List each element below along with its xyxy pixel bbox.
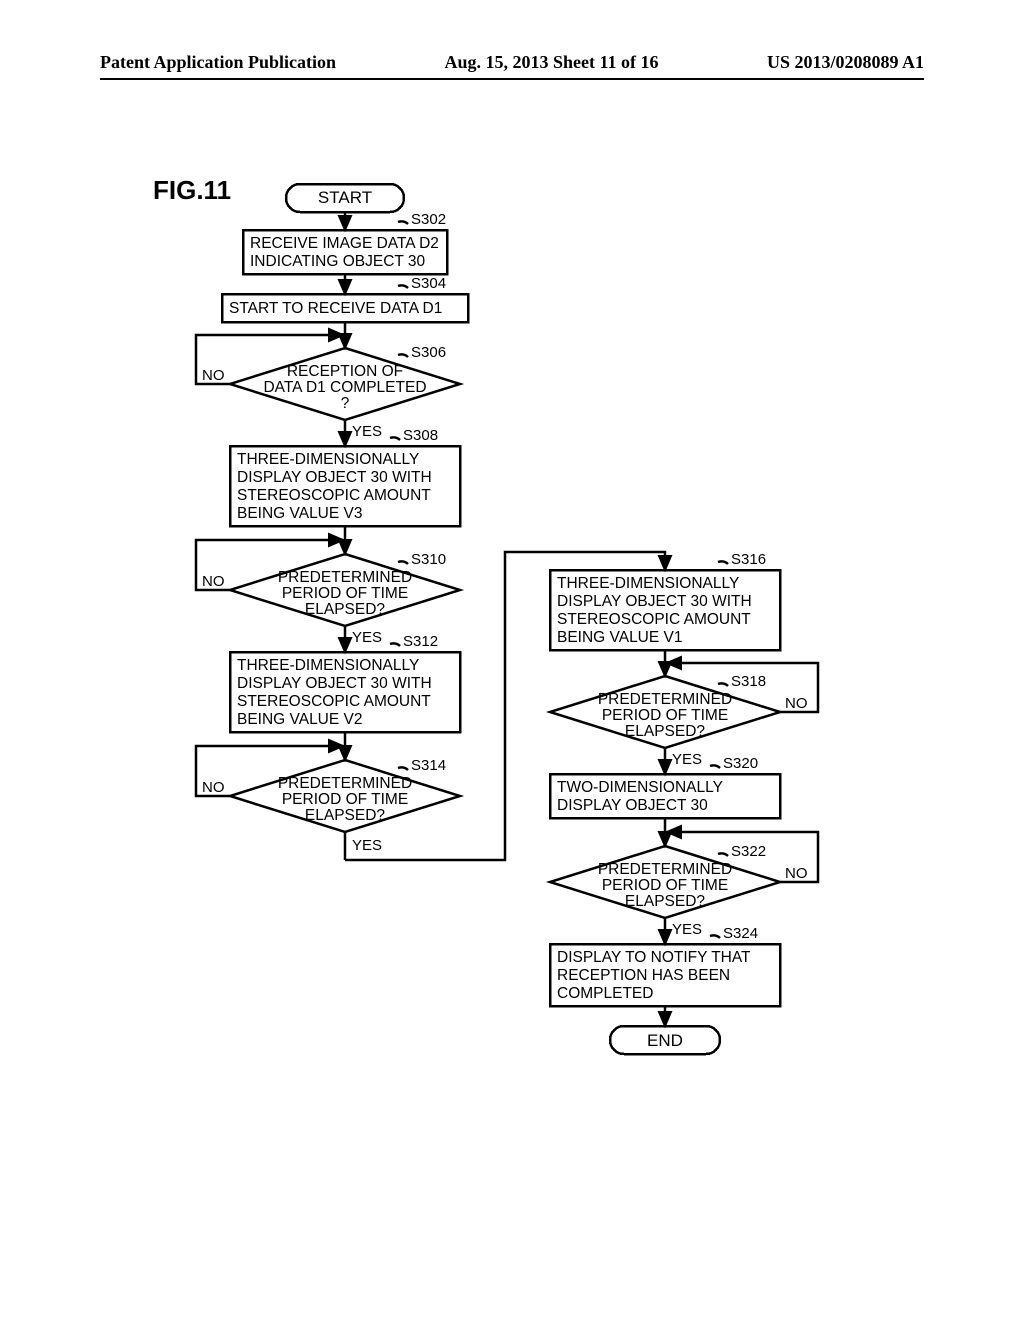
s318-l1: PREDETERMINED — [598, 691, 732, 708]
s310-l3: ELAPSED? — [305, 601, 386, 618]
flowchart: START RECEIVE IMAGE DATA D2 INDICATING O… — [130, 170, 890, 1260]
s304-ref: S304 — [411, 275, 446, 292]
s316-l3: STEREOSCOPIC AMOUNT — [557, 611, 751, 628]
leader — [398, 221, 408, 224]
s324-ref: S324 — [723, 925, 758, 942]
header-left: Patent Application Publication — [100, 52, 336, 73]
s308-l3: STEREOSCOPIC AMOUNT — [237, 487, 431, 504]
s302-ref: S302 — [411, 211, 446, 228]
s312-l4: BEING VALUE V2 — [237, 711, 362, 728]
s318-l3: ELAPSED? — [625, 723, 706, 740]
s322-l1: PREDETERMINED — [598, 861, 732, 878]
s310-l1: PREDETERMINED — [278, 569, 412, 586]
s314-l3: ELAPSED? — [305, 807, 386, 824]
s322-l3: ELAPSED? — [625, 893, 706, 910]
s306-l3: ? — [341, 395, 350, 412]
branch-no: NO — [202, 779, 225, 796]
s324-l1: DISPLAY TO NOTIFY THAT — [557, 949, 751, 966]
leader — [390, 437, 400, 440]
header-rule — [100, 78, 924, 80]
terminator-end-label: END — [647, 1031, 683, 1050]
leader — [710, 765, 720, 768]
s306-ref: S306 — [411, 344, 446, 361]
leader — [718, 853, 728, 856]
leader — [718, 683, 728, 686]
s302-line2: INDICATING OBJECT 30 — [250, 253, 426, 270]
s320-ref: S320 — [723, 755, 758, 772]
s308-l4: BEING VALUE V3 — [237, 505, 362, 522]
branch-yes: YES — [672, 921, 702, 938]
s322-l2: PERIOD OF TIME — [602, 877, 728, 894]
s314-l1: PREDETERMINED — [278, 775, 412, 792]
s310-ref: S310 — [411, 551, 446, 568]
leader — [398, 354, 408, 357]
s314-ref: S314 — [411, 757, 446, 774]
s316-ref: S316 — [731, 551, 766, 568]
s324-l3: COMPLETED — [557, 985, 653, 1002]
branch-no: NO — [785, 695, 808, 712]
s322-ref: S322 — [731, 843, 766, 860]
s314-l2: PERIOD OF TIME — [282, 791, 408, 808]
s312-l3: STEREOSCOPIC AMOUNT — [237, 693, 431, 710]
branch-yes: YES — [352, 629, 382, 646]
s308-l1: THREE-DIMENSIONALLY — [237, 451, 419, 468]
s312-l2: DISPLAY OBJECT 30 WITH — [237, 675, 432, 692]
branch-yes: YES — [672, 751, 702, 768]
leader — [390, 643, 400, 646]
branch-no: NO — [202, 573, 225, 590]
leader — [718, 561, 728, 564]
s320-l2: DISPLAY OBJECT 30 — [557, 797, 708, 814]
s310-l2: PERIOD OF TIME — [282, 585, 408, 602]
leader — [398, 285, 408, 288]
branch-no: NO — [785, 865, 808, 882]
s320-l1: TWO-DIMENSIONALLY — [557, 779, 723, 796]
s316-l4: BEING VALUE V1 — [557, 629, 682, 646]
s306-l2: DATA D1 COMPLETED — [263, 379, 426, 396]
header-right: US 2013/0208089 A1 — [767, 52, 924, 73]
leader — [710, 935, 720, 938]
branch-yes: YES — [352, 837, 382, 854]
s312-l1: THREE-DIMENSIONALLY — [237, 657, 419, 674]
s318-ref: S318 — [731, 673, 766, 690]
s312-ref: S312 — [403, 633, 438, 650]
s306-l1: RECEPTION OF — [287, 363, 403, 380]
header-mid: Aug. 15, 2013 Sheet 11 of 16 — [444, 52, 658, 73]
s318-l2: PERIOD OF TIME — [602, 707, 728, 724]
s316-l2: DISPLAY OBJECT 30 WITH — [557, 593, 752, 610]
s302-line1: RECEIVE IMAGE DATA D2 — [250, 235, 439, 252]
branch-yes: YES — [352, 423, 382, 440]
s308-l2: DISPLAY OBJECT 30 WITH — [237, 469, 432, 486]
leader — [398, 767, 408, 770]
leader — [398, 561, 408, 564]
terminator-start-label: START — [318, 188, 372, 207]
branch-no: NO — [202, 367, 225, 384]
s308-ref: S308 — [403, 427, 438, 444]
s316-l1: THREE-DIMENSIONALLY — [557, 575, 739, 592]
s304-line1: START TO RECEIVE DATA D1 — [229, 300, 442, 317]
s324-l2: RECEPTION HAS BEEN — [557, 967, 730, 984]
